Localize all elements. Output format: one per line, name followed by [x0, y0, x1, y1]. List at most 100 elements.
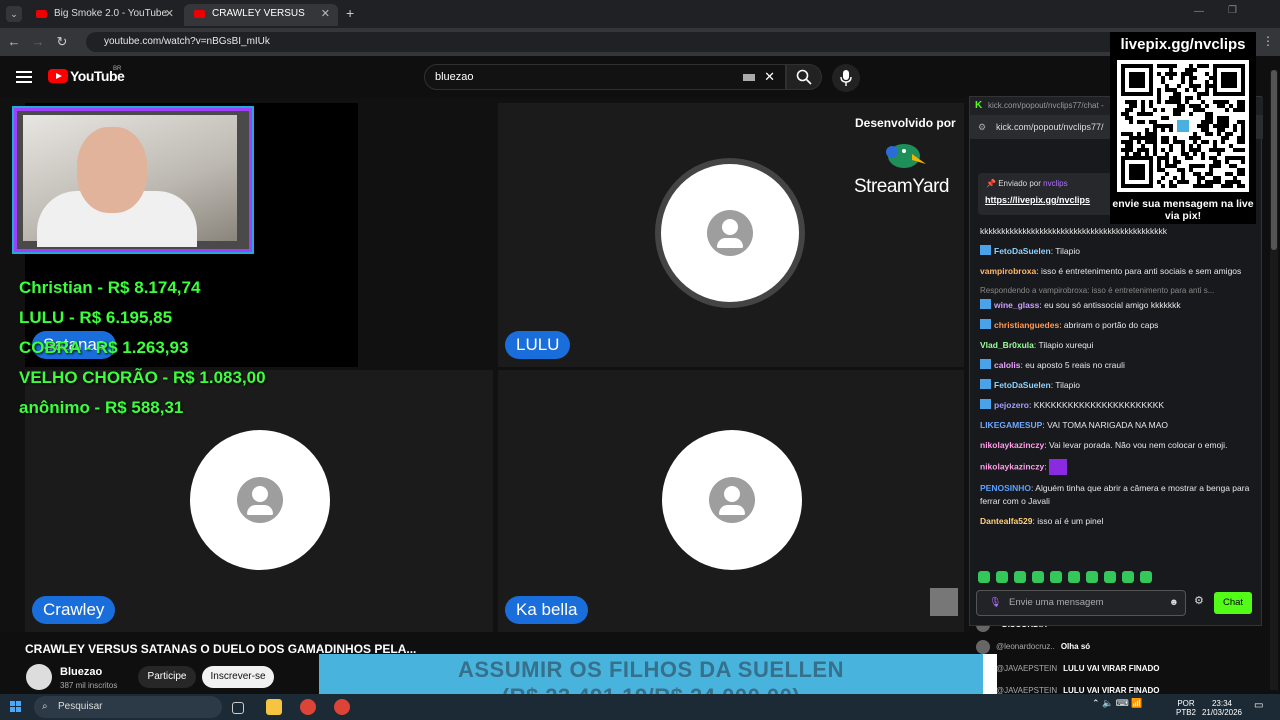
hamburger-menu-icon[interactable] — [16, 71, 32, 83]
site-info-icon[interactable]: ⚙ — [978, 115, 986, 139]
yt-chat-author[interactable]: @JAVAEPSTEIN — [996, 664, 1057, 673]
chat-message-list: kkkkkkkkkkkkkkkkkkkkkkkkkkkkkkkkkkkkkkkk… — [980, 225, 1250, 535]
channel-avatar[interactable] — [26, 664, 52, 690]
search-button[interactable] — [786, 64, 822, 90]
channel-name[interactable]: Bluezao — [60, 666, 102, 678]
emote-icon[interactable] — [1086, 571, 1098, 583]
chat-text: eu aposto 5 reais no crauli — [1025, 360, 1125, 370]
keyboard-icon[interactable] — [743, 74, 755, 81]
minimize-window-icon[interactable]: — — [1194, 6, 1204, 17]
task-view-icon[interactable] — [232, 702, 244, 714]
url-field[interactable]: youtube.com/watch?v=nBGsBI_mIUk — [86, 32, 1146, 52]
yt-chat-author[interactable]: @leonardocruz.. — [996, 642, 1055, 651]
keyboard-layout: PTB2 — [1176, 708, 1197, 717]
chat-username[interactable]: PENOSINHO — [980, 483, 1031, 493]
pinned-user: nvclips — [1043, 179, 1068, 188]
reply-context: Respondendo a vampirobroxa: isso é entre… — [980, 286, 1215, 295]
clock[interactable]: 23:34 21/03/2026 — [1200, 699, 1244, 717]
youtube-live-chat: DISCÓRDIA@leonardocruz..Olha só@JAVAEPST… — [976, 614, 1244, 698]
chat-username[interactable]: LIKEGAMESUP — [980, 420, 1042, 430]
browser-menu-icon[interactable]: ⋮ — [1262, 34, 1274, 48]
chat-text: isso é entretenimento para anti sociais … — [1040, 266, 1242, 276]
chat-username[interactable]: Vlad_Br0xula — [980, 340, 1034, 350]
emote-icon[interactable] — [1104, 571, 1116, 583]
chat-message: LIKEGAMESUP: VAI TOMA NARIGADA NA MAO — [980, 420, 1168, 430]
windows-start-icon[interactable] — [10, 701, 22, 713]
chat-text: VAI TOMA NARIGADA NA MAO — [1047, 420, 1168, 430]
taskbar-search[interactable]: ⌕ Pesquisar — [34, 696, 222, 718]
emote-icon[interactable] — [1140, 571, 1152, 583]
clear-search-icon[interactable]: ✕ — [764, 65, 775, 89]
new-tab-icon[interactable]: + — [346, 5, 354, 21]
tab-list-dropdown-icon[interactable]: ⌄ — [6, 6, 22, 22]
goal-title: ASSUMIR OS FILHOS DA SUELLEN — [458, 657, 844, 682]
voice-search-button[interactable] — [832, 64, 860, 92]
emote-icon[interactable] — [1050, 571, 1062, 583]
tray-icons[interactable]: ⌃ 🔈 ⌨ 📶 — [1092, 699, 1142, 708]
participant-name-crawley: Crawley — [32, 596, 116, 624]
youtube-favicon-icon — [194, 10, 205, 18]
notifications-icon[interactable]: ▭ — [1254, 700, 1263, 711]
chat-settings-gear-icon[interactable]: ⚙ — [1194, 594, 1204, 607]
emote-icon[interactable] — [1032, 571, 1044, 583]
chat-text: eu sou só antissocial amigo kkkkkkk — [1044, 300, 1181, 310]
chat-username[interactable]: christianguedes — [994, 320, 1059, 330]
chat-username[interactable]: nikolaykazinczy — [980, 440, 1044, 450]
participant-name-kabella: Ka bella — [505, 596, 589, 624]
close-tab-icon[interactable]: ✕ — [321, 4, 330, 24]
chat-username[interactable]: wine_glass — [994, 300, 1039, 310]
page-scrollbar[interactable] — [1270, 70, 1278, 690]
streamyard-duck-icon — [886, 144, 926, 168]
emote-icon[interactable] — [996, 571, 1008, 583]
chat-username[interactable]: calolis — [994, 360, 1020, 370]
windows-taskbar: ⌕ Pesquisar ⌃ 🔈 ⌨ 📶 POR PTB2 23:34 21/03… — [0, 694, 1280, 720]
clock-time: 23:34 — [1211, 699, 1233, 708]
yt-chat-message: @leonardocruz.. Olha só — [976, 636, 1244, 658]
chat-username[interactable]: FetoDaSuelen — [994, 380, 1051, 390]
emote-icon[interactable] — [1014, 571, 1026, 583]
yt-chat-text: LULU VAI VIRAR FINADO — [1063, 664, 1160, 673]
chat-message-input[interactable]: 🎙 Envie uma mensagem ☻ — [976, 590, 1186, 616]
browser-tab-active[interactable]: CRAWLEY VERSUS SATANA ✕ — [184, 4, 338, 39]
user-badge-icon — [980, 245, 991, 255]
participant-avatar-kabella — [662, 430, 802, 570]
participant-name-lulu: LULU — [505, 331, 571, 359]
file-explorer-icon[interactable] — [266, 699, 282, 715]
youtube-logo-icon[interactable] — [48, 69, 68, 83]
chat-message: christianguedes: abriram o portão do cap… — [980, 319, 1250, 332]
chat-username[interactable]: vampirobroxa — [980, 266, 1036, 276]
search-input[interactable]: bluezao ✕ — [424, 64, 786, 90]
language-code: POR — [1177, 699, 1195, 708]
chat-username[interactable]: nikolaykazinczy — [980, 461, 1044, 471]
chat-text: Tilapio — [1055, 246, 1080, 256]
youtube-favicon-icon — [36, 10, 47, 18]
maximize-window-icon[interactable]: ❐ — [1228, 5, 1237, 16]
small-participant-thumbnail — [930, 588, 958, 616]
chat-send-button[interactable]: Chat — [1214, 592, 1252, 614]
browser-tab[interactable]: Big Smoke 2.0 - YouTube ✕ — [26, 4, 182, 26]
pinned-link[interactable]: https://livepix.gg/nvclips — [985, 195, 1090, 205]
chat-message: FetoDaSuelen: Tilapio — [980, 245, 1250, 258]
chat-username[interactable]: Dantealfa529 — [980, 516, 1032, 526]
emote-icon[interactable] — [1068, 571, 1080, 583]
microphone-icon[interactable]: 🎙 — [989, 591, 1001, 615]
subscribe-button[interactable]: Inscrever-se — [202, 666, 274, 688]
back-icon[interactable]: ← — [6, 34, 22, 50]
emoji-icon[interactable]: ☻ — [1169, 591, 1179, 615]
close-tab-icon[interactable]: ✕ — [165, 4, 174, 24]
chrome-icon[interactable] — [300, 699, 316, 715]
tab-title: Big Smoke 2.0 - YouTube — [54, 8, 168, 19]
keyboard-language[interactable]: POR PTB2 — [1176, 699, 1196, 717]
emote-icon[interactable] — [1122, 571, 1134, 583]
donation-entry: anônimo - R$ 588,31 — [19, 398, 184, 417]
chrome-icon[interactable] — [334, 699, 350, 715]
donation-entry: Christian - R$ 8.174,74 — [19, 278, 201, 297]
url-text: youtube.com/watch?v=nBGsBI_mIUk — [104, 36, 270, 47]
chat-username[interactable]: pejozero — [994, 400, 1029, 410]
emote-icon[interactable] — [978, 571, 990, 583]
forward-icon[interactable]: → — [30, 34, 46, 50]
chat-username[interactable]: FetoDaSuelen — [994, 246, 1051, 256]
join-button[interactable]: Participe — [138, 666, 196, 688]
reload-icon[interactable]: ↻ — [54, 34, 70, 50]
address-bar-row: ← → ↻ youtube.com/watch?v=nBGsBI_mIUk ⋮ — [0, 28, 1280, 56]
